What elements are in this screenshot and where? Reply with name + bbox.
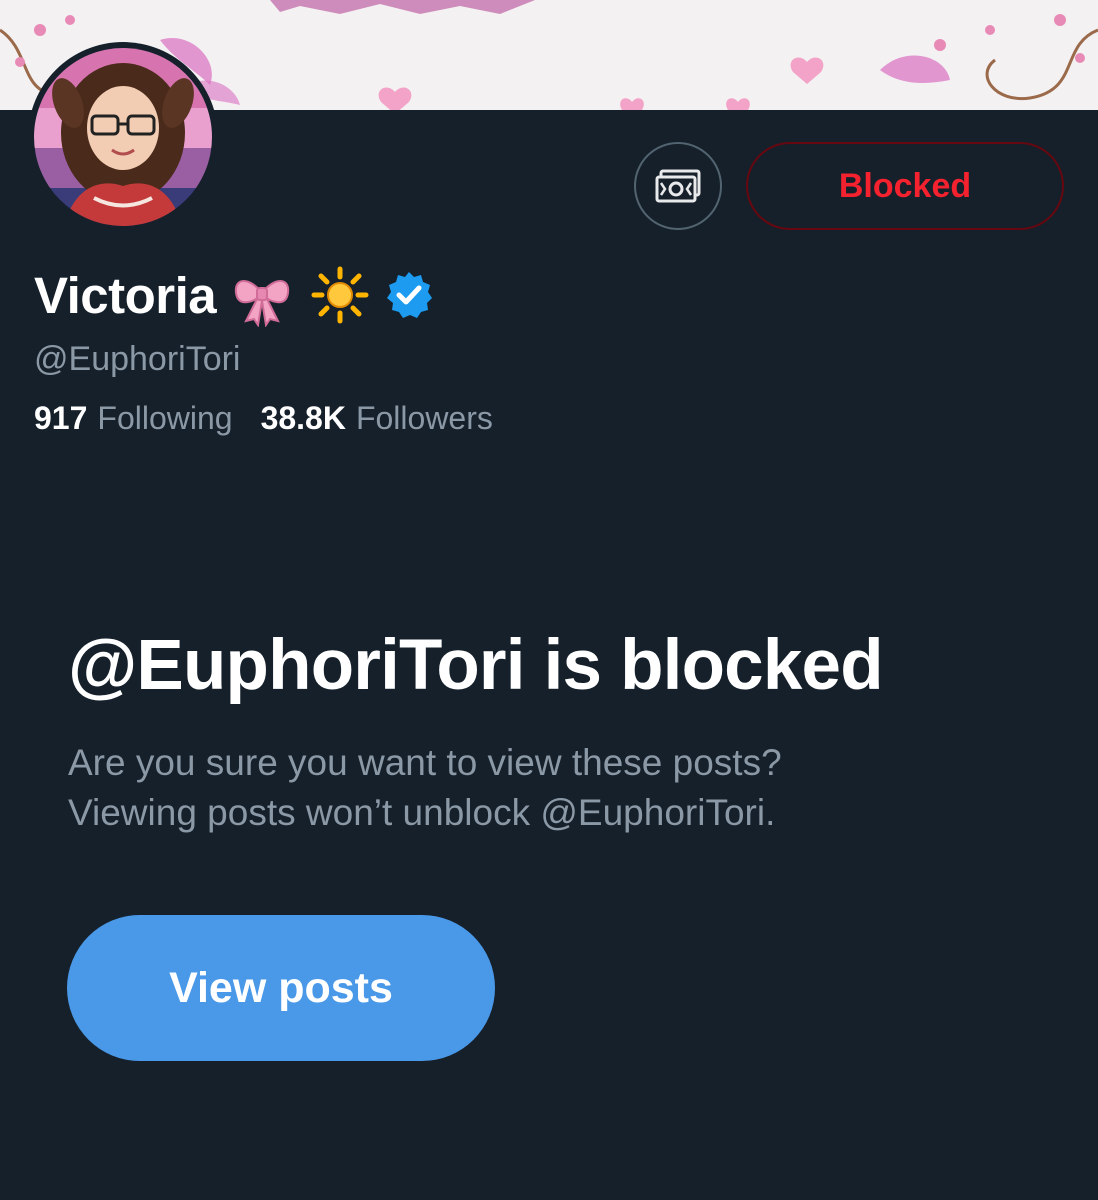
money-icon xyxy=(655,169,701,203)
profile-stats: 917 Following 38.8K Followers xyxy=(34,400,493,437)
blocked-notice-title: @EuphoriTori is blocked xyxy=(68,626,884,705)
blocked-button[interactable]: Blocked xyxy=(746,142,1064,230)
blocked-notice-line-2: Viewing posts won’t unblock @EuphoriTori… xyxy=(68,792,776,833)
profile-handle: @EuphoriTori xyxy=(34,340,241,378)
tip-button[interactable] xyxy=(634,142,722,230)
avatar[interactable] xyxy=(28,42,218,232)
display-name: Victoria xyxy=(34,266,217,324)
followers-count: 38.8K xyxy=(260,400,346,436)
following-stat[interactable]: 917 Following xyxy=(34,400,233,437)
verified-badge-icon[interactable] xyxy=(384,270,434,320)
followers-label: Followers xyxy=(355,400,493,436)
profile-name-row: Victoria xyxy=(34,262,434,328)
following-label: Following xyxy=(97,400,233,436)
view-posts-button[interactable]: View posts xyxy=(67,915,495,1061)
sun-emoji-icon xyxy=(308,263,372,327)
followers-stat[interactable]: 38.8K Followers xyxy=(261,400,493,437)
blocked-notice-line-1: Are you sure you want to view these post… xyxy=(68,742,782,783)
blocked-button-label: Blocked xyxy=(838,166,972,205)
blocked-notice-description: Are you sure you want to view these post… xyxy=(68,738,1028,838)
avatar-image xyxy=(34,48,212,226)
ribbon-emoji-icon xyxy=(230,263,294,328)
following-count: 917 xyxy=(34,400,88,436)
view-posts-label: View posts xyxy=(169,963,393,1012)
